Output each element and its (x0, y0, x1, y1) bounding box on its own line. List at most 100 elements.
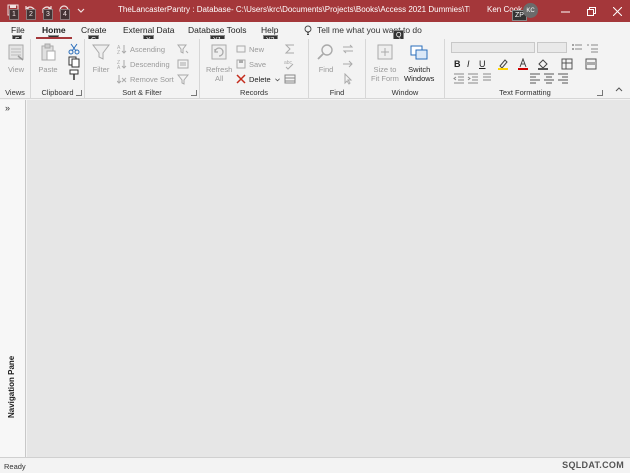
paint-bucket-icon (538, 59, 548, 70)
svg-text:A: A (117, 65, 121, 69)
size-to-fit-label-2: Fit Form (371, 74, 399, 83)
filter-button-label: Filter (92, 65, 110, 74)
nav-pane-toggle[interactable]: » (5, 103, 10, 113)
close-icon (612, 6, 622, 16)
more-records-button[interactable] (284, 73, 296, 85)
font-color-button[interactable] (517, 57, 529, 70)
tab-external-data[interactable]: External Data X (123, 25, 175, 46)
tab-create[interactable]: Create C (81, 25, 107, 46)
font-name-dropdown[interactable] (451, 42, 535, 53)
rtl-button[interactable] (481, 72, 493, 84)
increase-indent-button[interactable] (467, 72, 479, 84)
remove-sort-button[interactable]: Remove Sort (117, 73, 174, 85)
toggle-filter-button[interactable] (176, 73, 190, 85)
view-button[interactable]: View (6, 42, 26, 74)
size-to-fit-label-1: Size to (373, 65, 397, 74)
undo-qat-button[interactable]: 2 (23, 3, 37, 20)
bullets-button[interactable] (571, 42, 583, 54)
tab-database-tools[interactable]: Database Tools Y1 (188, 25, 247, 46)
find-button[interactable]: Find (316, 42, 336, 74)
format-painter-button[interactable] (68, 69, 80, 81)
clipboard-dialog-launcher[interactable] (76, 90, 82, 96)
collapse-ribbon-button[interactable] (614, 85, 624, 95)
customize-qat-button[interactable]: 4 (57, 3, 71, 20)
save-qat-button[interactable]: 1 (6, 3, 20, 20)
save-record-button[interactable]: Save (236, 58, 266, 70)
save-record-label: Save (249, 59, 267, 69)
tab-database-tools-label: Database Tools (188, 25, 247, 35)
view-button-label: View (7, 65, 25, 74)
filter-button[interactable]: Filter (91, 42, 111, 74)
align-right-icon (558, 73, 568, 84)
refresh-icon (211, 44, 227, 60)
paste-button[interactable]: Paste (38, 42, 58, 74)
ascending-button[interactable]: AZ Ascending (117, 43, 165, 55)
svg-text:Z: Z (117, 50, 120, 54)
descending-button[interactable]: ZA Descending (117, 58, 170, 70)
switch-windows-button[interactable]: Switch Windows (404, 42, 434, 83)
replace-button[interactable] (342, 43, 354, 55)
avatar[interactable]: KC (523, 3, 538, 18)
ribbon-tabs: File F Home H Create C External Data X D… (0, 22, 630, 46)
font-size-dropdown[interactable] (537, 42, 567, 53)
decrease-indent-icon (453, 73, 464, 84)
redo-qat-button[interactable]: 3 (40, 3, 54, 20)
align-left-button[interactable] (529, 72, 541, 84)
refresh-label-1: Refresh (206, 65, 233, 74)
keytip-qat-2: 2 (26, 9, 36, 20)
spelling-button[interactable]: abc (284, 58, 296, 70)
new-record-button[interactable]: New (236, 43, 264, 55)
copy-icon (68, 56, 80, 68)
align-center-button[interactable] (543, 72, 555, 84)
go-to-button[interactable] (342, 58, 354, 70)
tab-file[interactable]: File F (11, 25, 25, 46)
sort-filter-group-label: Sort & Filter (122, 88, 162, 97)
numbering-button[interactable] (587, 42, 599, 54)
qat-dropdown-button[interactable] (74, 3, 85, 17)
advanced-filter-button[interactable] (177, 58, 189, 70)
new-record-label: New (249, 44, 265, 54)
sort-filter-dialog-launcher[interactable] (191, 90, 197, 96)
nav-pane-label[interactable]: Navigation Pane (7, 356, 16, 418)
window-controls (552, 0, 630, 22)
select-button[interactable] (342, 72, 354, 85)
decrease-indent-button[interactable] (453, 72, 465, 84)
tab-home[interactable]: Home H (36, 25, 72, 46)
tab-help-label: Help (261, 25, 279, 35)
views-group-label: Views (5, 88, 25, 97)
numbered-list-icon (587, 44, 598, 53)
highlight-button[interactable] (497, 58, 509, 70)
alternate-row-color-button[interactable] (585, 58, 597, 70)
switch-windows-label-1: Switch (408, 65, 431, 74)
restore-button[interactable] (578, 0, 604, 22)
tell-me-text: Tell me what you want to do (317, 25, 422, 35)
tab-help[interactable]: Help Y2 (261, 25, 279, 46)
size-to-fit-form-button[interactable]: Size to Fit Form (371, 42, 399, 83)
background-color-button[interactable] (537, 58, 549, 70)
descending-label: Descending (130, 59, 170, 69)
align-right-button[interactable] (557, 72, 569, 84)
delete-record-button[interactable]: Delete (236, 73, 281, 85)
selection-button[interactable] (177, 43, 189, 55)
text-formatting-dialog-launcher[interactable] (597, 90, 603, 96)
copy-button[interactable] (68, 56, 80, 68)
find-button-label: Find (318, 65, 334, 74)
format-painter-icon (69, 69, 79, 80)
italic-button[interactable]: I (467, 58, 470, 70)
save-record-icon (236, 59, 246, 69)
paste-button-label: Paste (38, 65, 58, 74)
underline-button[interactable]: U (479, 58, 486, 70)
refresh-all-button[interactable]: Refresh All (206, 42, 232, 83)
totals-button[interactable] (284, 43, 296, 55)
cut-button[interactable] (68, 43, 80, 55)
highlighter-icon (498, 59, 508, 70)
minimize-button[interactable] (552, 0, 578, 22)
close-button[interactable] (604, 0, 630, 22)
advanced-filter-icon (177, 59, 189, 69)
navigation-pane: » Navigation Pane (0, 100, 26, 457)
group-clipboard: Paste Clipboard (31, 39, 85, 99)
refresh-label-2: All (214, 74, 224, 83)
gridlines-button[interactable] (561, 58, 573, 70)
bold-button[interactable]: B (454, 58, 461, 70)
status-bar: Ready SQLDAT.COM (0, 457, 630, 473)
